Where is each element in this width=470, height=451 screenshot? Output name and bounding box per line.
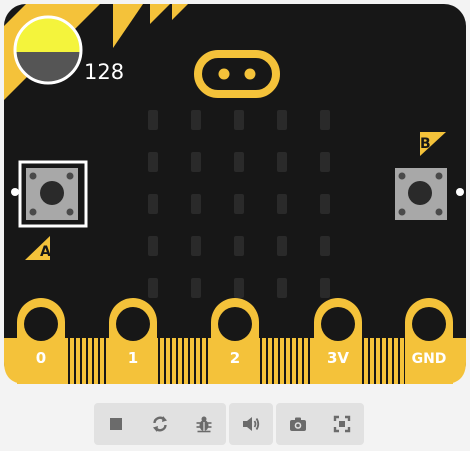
pin-gnd[interactable]: GND (405, 298, 453, 384)
connector-strip (380, 338, 382, 384)
toolbar-group-audio (229, 403, 273, 445)
connector-strip (302, 338, 304, 384)
led-r1-c4 (320, 152, 330, 172)
button-b[interactable] (395, 168, 447, 220)
microbit-board: 128 A B 0 1 2 3V GND (0, 0, 470, 390)
connector-strip (368, 338, 370, 384)
pin-label: GND (412, 351, 447, 367)
connector-strip (296, 338, 298, 384)
led-r0-c2 (234, 110, 244, 130)
button-b-label: B (420, 136, 431, 152)
restart-button[interactable] (138, 403, 182, 445)
stop-icon (110, 418, 122, 430)
simulator-toolbar (94, 403, 364, 445)
stop-button[interactable] (94, 403, 138, 445)
connector-strip (266, 338, 268, 384)
pin-label: 0 (36, 349, 46, 367)
led-r2-c4 (320, 194, 330, 214)
connector-strip (98, 338, 100, 384)
connector-strip (194, 338, 196, 384)
screenshot-button[interactable] (276, 403, 320, 445)
connector-strip (74, 338, 76, 384)
edge-dot-right (456, 188, 464, 196)
led-r1-c3 (277, 152, 287, 172)
led-r2-c3 (277, 194, 287, 214)
connector-strip (260, 338, 262, 384)
connector-strip (80, 338, 82, 384)
led-r0-c1 (191, 110, 201, 130)
button-a-label: A (40, 244, 51, 260)
connector-strip (182, 338, 184, 384)
debug-icon (196, 416, 212, 433)
connector-strip (374, 338, 376, 384)
light-level-value: 128 (84, 60, 124, 84)
led-r4-c4 (320, 278, 330, 298)
toolbar-group-view (276, 403, 364, 445)
toolbar-group-run (94, 403, 226, 445)
connector-strip (386, 338, 388, 384)
restart-icon (153, 416, 167, 432)
mute-button[interactable] (229, 403, 273, 445)
edge-dot-left (11, 188, 19, 196)
led-r3-c1 (191, 236, 201, 256)
led-r0-c4 (320, 110, 330, 130)
connector-strip (176, 338, 178, 384)
led-r4-c2 (234, 278, 244, 298)
led-r1-c1 (191, 152, 201, 172)
fullscreen-icon (333, 415, 351, 433)
pin-2[interactable]: 2 (211, 298, 259, 384)
led-r4-c1 (191, 278, 201, 298)
fullscreen-button[interactable] (320, 403, 364, 445)
led-r2-c2 (234, 194, 244, 214)
pin-label: 2 (230, 349, 240, 367)
led-r3-c4 (320, 236, 330, 256)
connector-strip (68, 338, 70, 384)
led-r0-c0 (148, 110, 158, 130)
pin-0[interactable]: 0 (17, 298, 65, 384)
connector-strip (206, 338, 208, 384)
connector-strip (284, 338, 286, 384)
led-r1-c0 (148, 152, 158, 172)
led-r0-c3 (277, 110, 287, 130)
led-r3-c2 (234, 236, 244, 256)
connector-strip (362, 338, 364, 384)
connector-strip (398, 338, 400, 384)
led-r2-c0 (148, 194, 158, 214)
led-r3-c0 (148, 236, 158, 256)
connector-strip (104, 338, 106, 384)
connector-strip (290, 338, 292, 384)
connector-strip (278, 338, 280, 384)
button-a[interactable] (18, 160, 88, 228)
led-r1-c2 (234, 152, 244, 172)
led-r4-c0 (148, 278, 158, 298)
connector-strip (170, 338, 172, 384)
simulator: 128 A B 0 1 2 3V GND (0, 0, 470, 451)
connector-strip (200, 338, 202, 384)
pin-1[interactable]: 1 (109, 298, 157, 384)
connector-strip (164, 338, 166, 384)
screenshot-icon (290, 417, 306, 431)
connector-strip (308, 338, 310, 384)
connector-strip (392, 338, 394, 384)
connector-strip (158, 338, 160, 384)
connector-strip (188, 338, 190, 384)
pin-label: 1 (128, 349, 138, 367)
connector-strip (86, 338, 88, 384)
connector-strip (92, 338, 94, 384)
led-r4-c3 (277, 278, 287, 298)
led-r2-c1 (191, 194, 201, 214)
led-r3-c3 (277, 236, 287, 256)
pin-label: 3V (327, 349, 349, 367)
debug-button[interactable] (182, 403, 226, 445)
connector-strip (272, 338, 274, 384)
sound-icon (243, 417, 260, 431)
pin-3v[interactable]: 3V (314, 298, 362, 384)
